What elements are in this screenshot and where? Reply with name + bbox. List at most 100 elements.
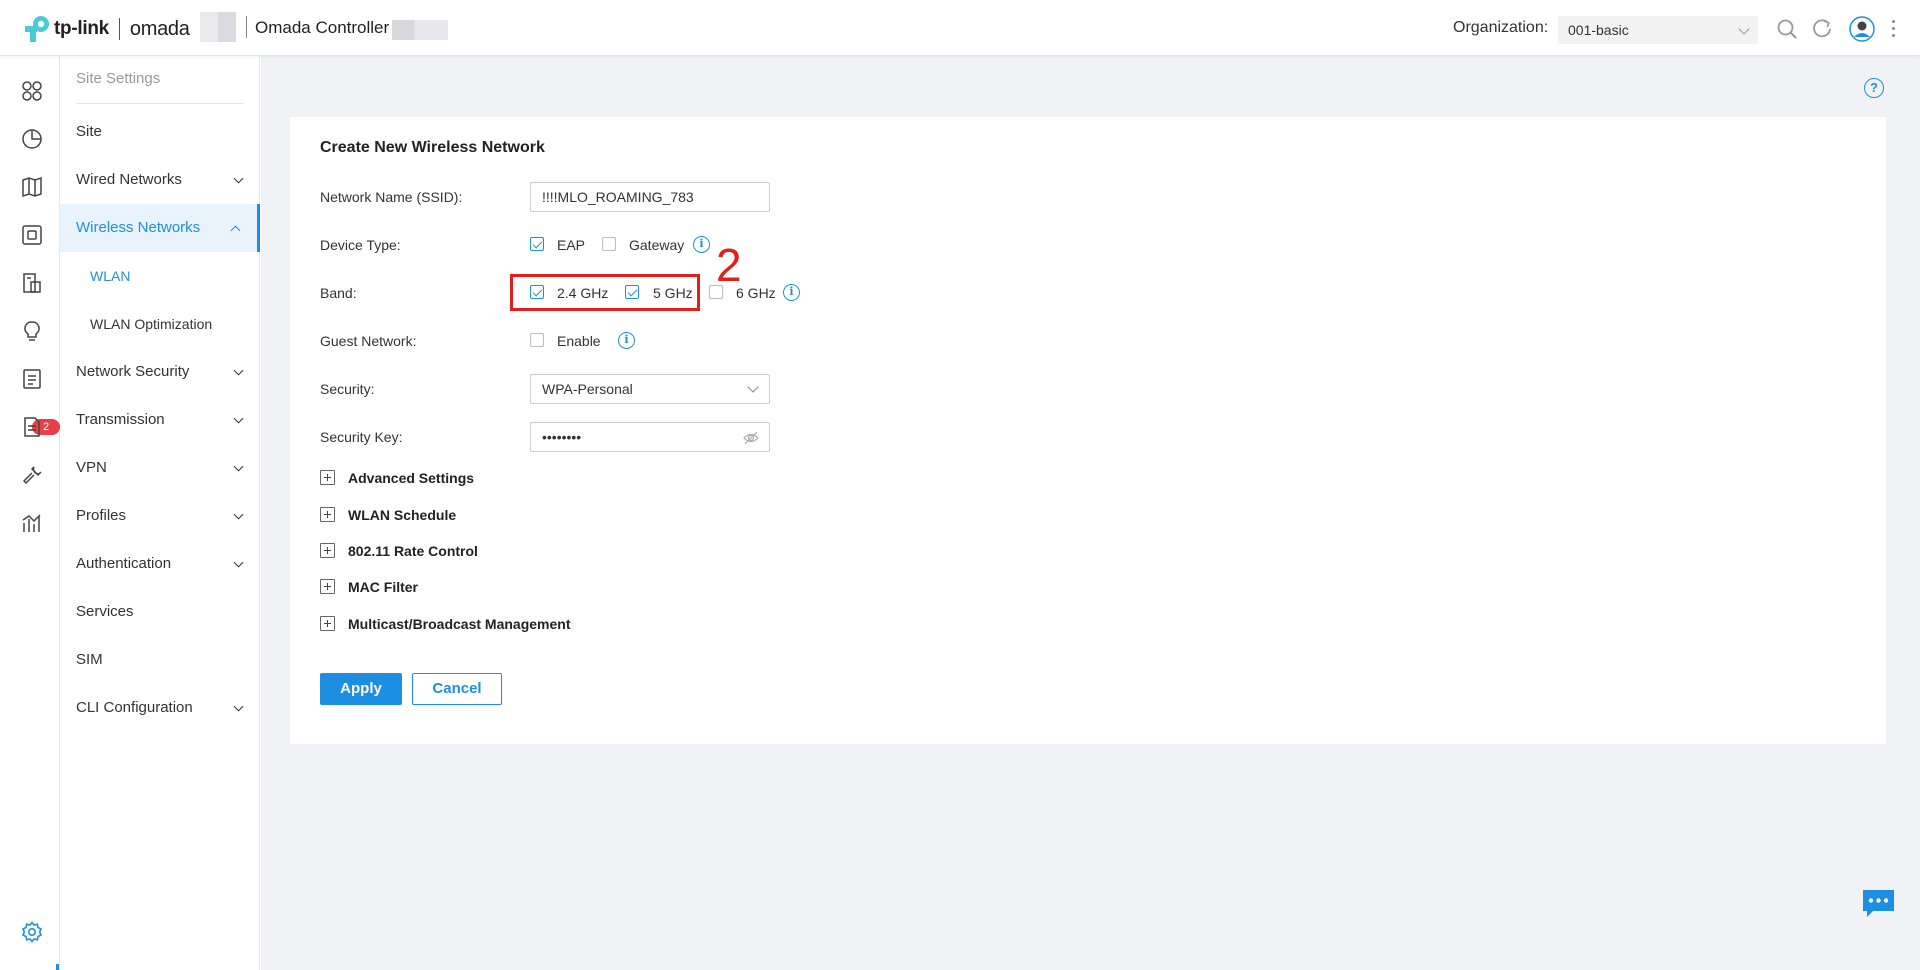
chevron-down-icon bbox=[233, 461, 244, 472]
section-label: 802.11 Rate Control bbox=[348, 543, 478, 559]
guest-enable-checkbox[interactable] bbox=[530, 333, 544, 347]
settings-sidebar: Site Settings Site Wired Networks Wirele… bbox=[60, 56, 260, 970]
chevron-down-icon bbox=[233, 365, 244, 376]
app-title: Omada Controller bbox=[255, 18, 390, 37]
top-bar: tp-link omada Omada Controller Organizat… bbox=[0, 0, 1920, 56]
section-label: Advanced Settings bbox=[348, 470, 475, 486]
sidebar-item-label: Services bbox=[76, 603, 134, 620]
section-label: WLAN Schedule bbox=[348, 507, 457, 523]
sidebar-subitem-wlan-optimization[interactable]: WLAN Optimization bbox=[60, 300, 260, 348]
hide-password-icon[interactable] bbox=[743, 430, 759, 446]
user-avatar-icon[interactable] bbox=[1849, 16, 1875, 42]
tools-icon[interactable] bbox=[20, 463, 44, 487]
security-key-input[interactable]: •••••••• bbox=[530, 422, 770, 452]
sidebar-item-label: SIM bbox=[76, 651, 103, 668]
active-indicator bbox=[56, 964, 59, 970]
sidebar-item-label: VPN bbox=[76, 459, 107, 476]
band-highlight-box bbox=[510, 274, 700, 311]
security-select-value: WPA-Personal bbox=[542, 381, 633, 397]
expand-plus-icon bbox=[320, 470, 335, 485]
form-title: Create New Wireless Network bbox=[320, 139, 545, 156]
guest-enable-label: Enable bbox=[557, 333, 601, 349]
redacted-block bbox=[392, 20, 448, 40]
sidebar-item-wireless-networks[interactable]: Wireless Networks bbox=[60, 204, 260, 252]
insight-icon[interactable] bbox=[20, 319, 44, 343]
expand-plus-icon bbox=[320, 507, 335, 522]
expand-plus-icon bbox=[320, 579, 335, 594]
sidebar-item-label: Network Security bbox=[76, 363, 190, 380]
sidebar-item-network-security[interactable]: Network Security bbox=[60, 348, 260, 396]
apply-button[interactable]: Apply bbox=[320, 673, 402, 705]
clients-icon[interactable] bbox=[20, 271, 44, 295]
gateway-checkbox[interactable] bbox=[602, 237, 616, 251]
title-divider bbox=[246, 16, 247, 38]
logs-icon[interactable] bbox=[20, 367, 44, 391]
band-label: Band: bbox=[320, 285, 357, 301]
search-icon[interactable] bbox=[1776, 18, 1798, 40]
chevron-down-icon bbox=[233, 509, 244, 520]
tp-link-logo-icon bbox=[25, 16, 49, 42]
sidebar-item-label: Wired Networks bbox=[76, 171, 182, 188]
guest-network-label: Guest Network: bbox=[320, 333, 417, 349]
security-select[interactable]: WPA-Personal bbox=[530, 374, 770, 404]
section-label: MAC Filter bbox=[348, 579, 418, 595]
sidebar-item-label: Authentication bbox=[76, 555, 172, 572]
settings-icon[interactable] bbox=[20, 920, 44, 944]
security-label: Security: bbox=[320, 381, 375, 397]
sidebar-item-label: WLAN Optimization bbox=[90, 316, 213, 332]
sidebar-item-label: WLAN bbox=[90, 268, 131, 284]
product-name: omada bbox=[129, 17, 190, 40]
chevron-down-icon bbox=[1738, 23, 1750, 35]
chevron-up-icon bbox=[230, 225, 241, 236]
sidebar-item-site[interactable]: Site bbox=[60, 108, 260, 156]
info-icon[interactable]: i bbox=[693, 236, 710, 253]
sidebar-item-label: Wireless Networks bbox=[76, 219, 201, 236]
sidebar-item-cli-configuration[interactable]: CLI Configuration bbox=[60, 684, 260, 732]
org-select[interactable]: 001-basic bbox=[1558, 16, 1758, 44]
sidebar-item-label: CLI Configuration bbox=[76, 699, 193, 716]
band-6ghz-label: 6 GHz bbox=[736, 285, 776, 301]
expand-plus-icon bbox=[320, 543, 335, 558]
sidebar-item-label: Site bbox=[76, 123, 102, 140]
chevron-down-icon bbox=[747, 381, 759, 393]
help-icon[interactable]: ? bbox=[1864, 78, 1884, 98]
analytics-icon[interactable] bbox=[20, 511, 44, 535]
wireless-network-form: Create New Wireless Network Network Name… bbox=[290, 117, 1886, 744]
ssid-value: !!!!MLO_ROAMING_783 bbox=[542, 189, 694, 205]
ssid-label: Network Name (SSID): bbox=[320, 189, 463, 205]
logo[interactable]: tp-link omada bbox=[22, 14, 190, 44]
brand-name: tp-link bbox=[54, 18, 109, 39]
org-select-value: 001-basic bbox=[1568, 22, 1629, 38]
sidebar-item-transmission[interactable]: Transmission bbox=[60, 396, 260, 444]
security-key-label: Security Key: bbox=[320, 429, 403, 445]
more-menu-icon[interactable] bbox=[1892, 20, 1896, 38]
sidebar-item-authentication[interactable]: Authentication bbox=[60, 540, 260, 588]
dashboard-icon[interactable] bbox=[20, 79, 44, 103]
sidebar-subitem-wlan[interactable]: WLAN bbox=[60, 252, 260, 300]
devices-icon[interactable] bbox=[20, 223, 44, 247]
refresh-icon[interactable] bbox=[1811, 18, 1833, 40]
info-icon[interactable]: i bbox=[783, 284, 800, 301]
sidebar-item-wired-networks[interactable]: Wired Networks bbox=[60, 156, 260, 204]
security-key-value: •••••••• bbox=[542, 429, 582, 445]
ssid-input[interactable]: !!!!MLO_ROAMING_783 bbox=[530, 182, 770, 212]
sidebar-item-services[interactable]: Services bbox=[60, 588, 260, 636]
reports-icon[interactable] bbox=[20, 415, 44, 439]
chevron-down-icon bbox=[233, 173, 244, 184]
logo-divider bbox=[118, 18, 120, 40]
chevron-down-icon bbox=[233, 701, 244, 712]
sidebar-title: Site Settings bbox=[76, 70, 161, 87]
chevron-down-icon bbox=[233, 413, 244, 424]
sidebar-item-profiles[interactable]: Profiles bbox=[60, 492, 260, 540]
chat-support-icon[interactable] bbox=[1861, 888, 1896, 918]
map-icon[interactable] bbox=[20, 175, 44, 199]
sidebar-item-sim[interactable]: SIM bbox=[60, 636, 260, 684]
eap-checkbox[interactable] bbox=[530, 237, 544, 251]
sidebar-divider bbox=[76, 103, 244, 104]
statistics-icon[interactable] bbox=[20, 127, 44, 151]
annotation-step-number: 2 bbox=[716, 239, 742, 291]
cancel-button[interactable]: Cancel bbox=[412, 673, 502, 705]
sidebar-item-vpn[interactable]: VPN bbox=[60, 444, 260, 492]
info-icon[interactable]: i bbox=[618, 332, 635, 349]
eap-label: EAP bbox=[557, 237, 586, 253]
